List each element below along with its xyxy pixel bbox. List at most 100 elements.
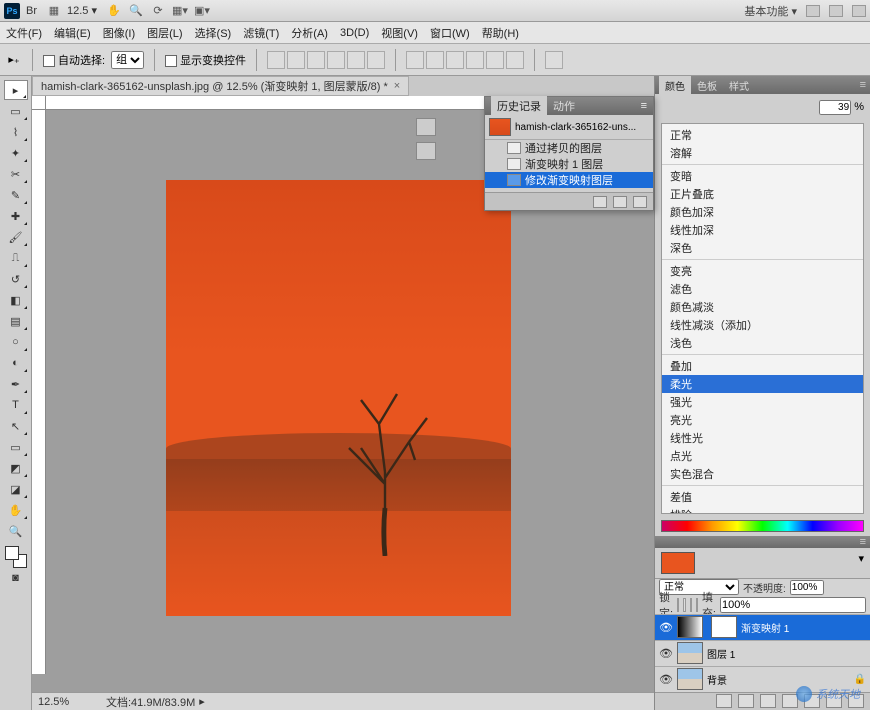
blend-item[interactable]: 线性加深: [662, 221, 863, 239]
menu-view[interactable]: 视图(V): [381, 25, 418, 41]
align-btn[interactable]: [347, 51, 365, 69]
close-button[interactable]: [852, 5, 866, 17]
blend-item[interactable]: 排除: [662, 506, 863, 514]
blend-item[interactable]: 正常: [662, 126, 863, 144]
shape-tool[interactable]: ▭: [4, 437, 28, 457]
align-btn[interactable]: [367, 51, 385, 69]
lock-pos-icon[interactable]: [690, 598, 692, 612]
tab-styles[interactable]: 样式: [723, 76, 755, 95]
layer-row[interactable]: 👁 图层 1: [655, 640, 870, 666]
ruler-vertical[interactable]: [32, 110, 46, 674]
dodge-tool[interactable]: ◐: [4, 353, 28, 373]
eyedropper-tool[interactable]: ✎: [4, 185, 28, 205]
tab-history[interactable]: 历史记录: [491, 96, 547, 116]
zoom-field[interactable]: 12.5%: [38, 696, 86, 708]
dist-btn[interactable]: [426, 51, 444, 69]
menu-3d[interactable]: 3D(D): [340, 27, 369, 39]
menu-select[interactable]: 选择(S): [195, 25, 232, 41]
eye-icon[interactable]: 👁: [659, 673, 673, 686]
blend-item[interactable]: 浅色: [662, 334, 863, 352]
lock-pixel-icon[interactable]: [683, 598, 685, 612]
history-item[interactable]: 修改渐变映射图层: [485, 172, 653, 188]
brush-tool[interactable]: 🖌: [4, 227, 28, 247]
blend-item[interactable]: 柔光: [662, 375, 863, 393]
auto-align-btn[interactable]: [545, 51, 563, 69]
tab-color[interactable]: 颜色: [659, 76, 691, 95]
panel-menu-icon[interactable]: ≡: [860, 536, 866, 548]
blend-item[interactable]: 亮光: [662, 411, 863, 429]
lock-trans-icon[interactable]: [677, 598, 679, 612]
bridge-icon[interactable]: Br: [26, 5, 37, 17]
screen-icon[interactable]: ▣▾: [193, 2, 211, 20]
history-brush-tool[interactable]: ↺: [4, 269, 28, 289]
quickmask-tool[interactable]: ◙: [4, 568, 28, 588]
workspace-label[interactable]: 基本功能 ▾: [744, 3, 797, 19]
dist-btn[interactable]: [406, 51, 424, 69]
fx-icon[interactable]: [738, 694, 754, 708]
opacity-field[interactable]: [790, 580, 824, 595]
gradient-tool[interactable]: ▤: [4, 311, 28, 331]
blend-item[interactable]: 线性减淡（添加）: [662, 316, 863, 334]
zoom-tool[interactable]: 🔍: [4, 521, 28, 541]
chevron-down-icon[interactable]: ▾: [858, 552, 864, 574]
move-tool[interactable]: ▸: [4, 80, 28, 100]
show-transform-check[interactable]: 显示变换控件: [165, 52, 246, 68]
blend-item[interactable]: 叠加: [662, 357, 863, 375]
menu-window[interactable]: 窗口(W): [430, 25, 470, 41]
eraser-tool[interactable]: ◧: [4, 290, 28, 310]
blend-item[interactable]: 点光: [662, 447, 863, 465]
align-btn[interactable]: [327, 51, 345, 69]
menu-image[interactable]: 图像(I): [103, 25, 135, 41]
3d-tool[interactable]: ◩: [4, 458, 28, 478]
blend-item[interactable]: 线性光: [662, 429, 863, 447]
eye-icon[interactable]: 👁: [659, 647, 673, 660]
tab-actions[interactable]: 动作: [547, 96, 581, 116]
link-icon[interactable]: [716, 694, 732, 708]
panel-menu-icon[interactable]: ≡: [641, 100, 647, 112]
fg-bg-colors[interactable]: [5, 546, 27, 568]
rotate-icon[interactable]: ⟳: [149, 2, 167, 20]
trash-icon[interactable]: [633, 196, 647, 208]
blend-item[interactable]: 溶解: [662, 144, 863, 162]
heal-tool[interactable]: ✚: [4, 206, 28, 226]
close-icon[interactable]: ×: [394, 80, 400, 92]
align-btn[interactable]: [267, 51, 285, 69]
mb-icon[interactable]: ▦: [45, 2, 63, 20]
blend-item[interactable]: 强光: [662, 393, 863, 411]
tab-swatches[interactable]: 色板: [691, 76, 723, 95]
opacity-input[interactable]: [819, 100, 851, 115]
doc-tab[interactable]: hamish-clark-365162-unsplash.jpg @ 12.5%…: [32, 76, 409, 96]
stamp-tool[interactable]: ⎍: [4, 248, 28, 268]
layer-row[interactable]: 👁 渐变映射 1: [655, 614, 870, 640]
pen-tool[interactable]: ✒: [4, 374, 28, 394]
hand-tool[interactable]: ✋: [4, 500, 28, 520]
zoom-icon[interactable]: 🔍: [127, 2, 145, 20]
menu-analysis[interactable]: 分析(A): [291, 25, 328, 41]
dist-btn[interactable]: [486, 51, 504, 69]
chevron-right-icon[interactable]: ▸: [199, 695, 205, 708]
color-ramp[interactable]: [661, 520, 864, 532]
blend-item[interactable]: 实色混合: [662, 465, 863, 483]
wand-tool[interactable]: ✦: [4, 143, 28, 163]
crop-tool[interactable]: ✂: [4, 164, 28, 184]
fill-field[interactable]: [720, 597, 866, 613]
marquee-tool[interactable]: ▭: [4, 101, 28, 121]
history-snapshot-icon[interactable]: [613, 196, 627, 208]
blend-item[interactable]: 变亮: [662, 262, 863, 280]
history-snapshot[interactable]: hamish-clark-365162-uns...: [485, 115, 653, 140]
arrange-icon[interactable]: ▦▾: [171, 2, 189, 20]
dist-btn[interactable]: [466, 51, 484, 69]
maximize-button[interactable]: [829, 5, 843, 17]
collapsed-panel-icon[interactable]: [416, 118, 436, 136]
align-btn[interactable]: [287, 51, 305, 69]
color-swatch[interactable]: [661, 552, 695, 574]
blur-tool[interactable]: ○: [4, 332, 28, 352]
mask-icon[interactable]: [760, 694, 776, 708]
type-tool[interactable]: T: [4, 395, 28, 415]
menu-help[interactable]: 帮助(H): [482, 25, 519, 41]
lasso-tool[interactable]: ⌇: [4, 122, 28, 142]
menu-edit[interactable]: 编辑(E): [54, 25, 91, 41]
dist-btn[interactable]: [446, 51, 464, 69]
3d-cam-tool[interactable]: ◪: [4, 479, 28, 499]
hand-icon[interactable]: ✋: [105, 2, 123, 20]
